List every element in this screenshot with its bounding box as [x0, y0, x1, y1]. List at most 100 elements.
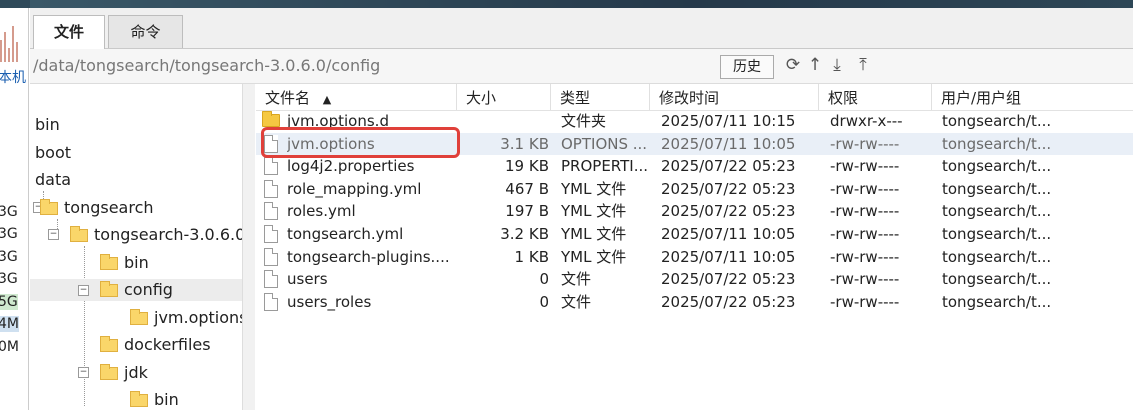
file-size: 467 B [505, 179, 549, 198]
file-row[interactable]: tongsearch.yml 3.2 KB YML 文件 2025/07/11 10:… [256, 223, 1133, 245]
tab-commands[interactable]: 命令 [108, 15, 183, 48]
file-list-header: 文件名 ▲ 大小 类型 修改时间 权限 用户/用户组 [256, 84, 1133, 111]
file-modified: 2025/07/22 05:23 [661, 202, 796, 221]
left-panel-item: 5G [0, 294, 18, 310]
file-row[interactable]: log4j2.properties 19 KB PROPERTI... 2025/07… [256, 155, 1133, 177]
folder-icon [100, 254, 118, 270]
file-type: YML 文件 [561, 247, 627, 266]
sparkline-chart [0, 22, 20, 62]
tree-scrollbar[interactable] [242, 84, 255, 410]
file-size: 0 [539, 292, 549, 311]
left-panel-title: 本机 [0, 70, 26, 86]
directory-tree: bin boot data − tongsearch − tongsearch-… [30, 84, 243, 410]
file-owner: tongsearch/t... [942, 292, 1052, 311]
file-row[interactable]: role_mapping.yml 467 B YML 文件 2025/07/22 05… [256, 178, 1133, 200]
file-permissions: drwxr-x--- [830, 112, 903, 130]
file-owner: tongsearch/t... [942, 157, 1052, 176]
file-name: log4j2.properties [287, 157, 415, 176]
left-panel-item: 3G [0, 271, 18, 287]
history-button[interactable]: 历史 [720, 55, 774, 79]
file-type: OPTIONS ... [561, 134, 648, 153]
file-permissions: -rw-rw---- [830, 247, 900, 266]
file-permissions: -rw-rw---- [830, 179, 900, 198]
left-side-panel: 本机 3G 3G 3G 3G 5G 4M 0M [0, 8, 29, 410]
file-modified: 2025/07/22 05:23 [661, 157, 796, 176]
file-modified: 2025/07/22 05:23 [661, 270, 796, 289]
up-arrow-icon[interactable]: ↑ [806, 55, 824, 75]
folder-icon [100, 364, 118, 380]
file-icon [264, 202, 278, 221]
file-icon [264, 247, 278, 266]
left-panel-item: 3G [0, 204, 18, 220]
folder-icon [70, 226, 88, 242]
tab-files[interactable]: 文件 [33, 15, 105, 49]
left-panel-item: 3G [0, 249, 18, 265]
file-permissions: -rw-rw---- [830, 270, 900, 289]
file-row[interactable]: tongsearch-plugins.... 1 KB YML 文件 2025/07/… [256, 246, 1133, 268]
file-type: 文件夹 [561, 112, 607, 130]
file-row[interactable]: users 0 文件 2025/07/22 05:23 -rw-rw---- tongse… [256, 268, 1133, 290]
file-permissions: -rw-rw---- [830, 225, 900, 243]
column-header-name[interactable]: 文件名 ▲ [256, 84, 457, 110]
file-owner: tongsearch/t... [942, 134, 1052, 153]
file-owner: tongsearch/t... [942, 270, 1052, 289]
file-row[interactable]: users_roles 0 文件 2025/07/22 05:23 -rw-rw----… [256, 291, 1133, 313]
top-strip-gradient [30, 0, 1133, 8]
file-size: 0 [539, 270, 549, 289]
column-header-modified[interactable]: 修改时间 [650, 84, 819, 110]
file-icon [264, 157, 278, 176]
folder-icon [130, 309, 148, 325]
tree-node-dockerfiles[interactable]: dockerfiles [100, 334, 211, 356]
file-type: YML 文件 [561, 179, 627, 198]
column-header-permissions[interactable]: 权限 [819, 84, 932, 110]
tree-node-tongsearch[interactable]: tongsearch [40, 197, 154, 219]
tree-node-tongsearch-3060[interactable]: tongsearch-3.0.6.0 [70, 224, 242, 246]
path-input[interactable]: /data/tongsearch/tongsearch-3.0.6.0/conf… [33, 56, 380, 75]
file-name: role_mapping.yml [287, 179, 422, 198]
collapse-toggle-icon[interactable]: − [48, 229, 59, 240]
tree-node-jdk[interactable]: jdk [100, 362, 148, 384]
top-strip [0, 0, 1133, 8]
file-name: tongsearch.yml [287, 225, 404, 243]
refresh-icon[interactable]: ⟳ [784, 55, 802, 75]
folder-icon [262, 111, 280, 127]
column-header-type[interactable]: 类型 [551, 84, 650, 110]
file-size [457, 110, 549, 132]
left-panel-item: 4M [0, 316, 19, 332]
file-name: tongsearch-plugins.... [287, 247, 450, 266]
file-type: PROPERTI... [561, 157, 649, 176]
file-size: 19 KB [505, 157, 549, 176]
tree-node-boot[interactable]: boot [35, 142, 71, 164]
folder-icon [130, 391, 148, 407]
highlight-annotation-box [261, 127, 460, 158]
column-header-size[interactable]: 大小 [457, 84, 551, 110]
left-panel-item: 3G [0, 226, 18, 242]
sort-ascending-icon: ▲ [322, 93, 332, 106]
tree-node-bin[interactable]: bin [35, 114, 60, 136]
collapse-toggle-icon[interactable]: − [78, 367, 89, 378]
file-row[interactable]: roles.yml 197 B YML 文件 2025/07/22 05:23 -rw-… [256, 200, 1133, 222]
file-size: 197 B [505, 202, 549, 221]
column-header-owner[interactable]: 用户/用户组 [932, 84, 1133, 110]
file-modified: 2025/07/22 05:23 [661, 179, 796, 198]
upload-icon[interactable]: ⤒ [854, 55, 872, 75]
file-icon [264, 225, 278, 243]
tree-node-jvm-options[interactable]: jvm.options [130, 307, 242, 329]
tree-node-config[interactable]: config [30, 279, 242, 301]
tree-node-bin-sub[interactable]: bin [100, 252, 149, 274]
tree-node-data[interactable]: data [35, 169, 71, 191]
download-icon[interactable]: ⤓ [828, 55, 846, 75]
tree-node-jdk-bin[interactable]: bin [130, 389, 179, 410]
file-modified: 2025/07/11 10:05 [661, 225, 796, 243]
file-size: 1 KB [514, 247, 549, 266]
file-icon [264, 270, 278, 289]
file-icon [264, 179, 278, 198]
file-modified: 2025/07/11 10:05 [661, 247, 796, 266]
file-permissions: -rw-rw---- [830, 292, 900, 311]
file-icon [264, 292, 278, 311]
collapse-toggle-icon[interactable]: − [78, 285, 89, 296]
file-modified: 2025/07/11 10:05 [661, 134, 796, 153]
tree-line [84, 246, 85, 406]
tab-bar: 文件 命令 [30, 8, 1133, 49]
file-permissions: -rw-rw---- [830, 157, 900, 176]
